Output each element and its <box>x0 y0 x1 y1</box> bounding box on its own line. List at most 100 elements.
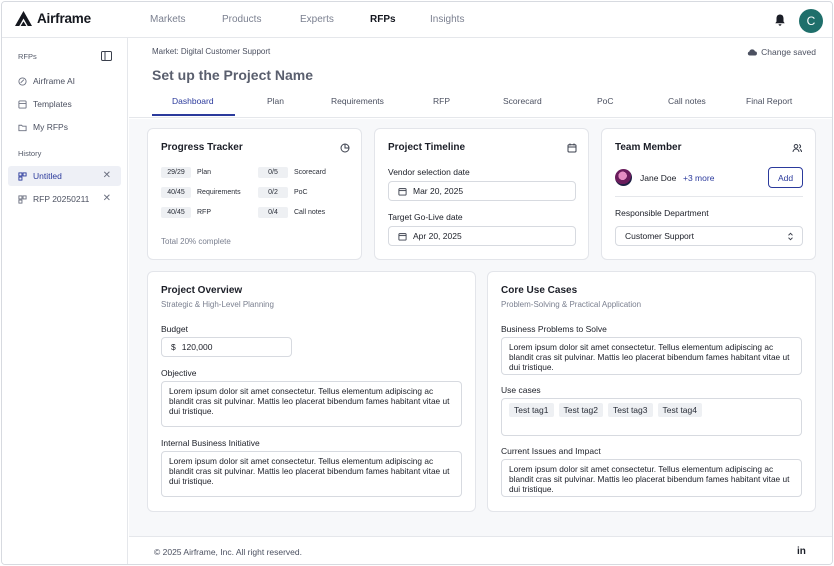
golive-date-value: Apr 20, 2025 <box>413 231 462 241</box>
tab-scorecard[interactable]: Scorecard <box>503 96 542 106</box>
use-case-tag[interactable]: Test tag3 <box>608 403 653 417</box>
save-status: Change saved <box>747 47 816 57</box>
team-member-card: Team Member Jane Doe +3 more Add Respons… <box>601 128 816 260</box>
progress-value: 0/4 <box>258 207 288 218</box>
problems-textarea[interactable]: Lorem ipsum dolor sit amet consectetur. … <box>501 337 802 375</box>
issues-textarea[interactable]: Lorem ipsum dolor sit amet consectetur. … <box>501 459 802 497</box>
sidebar: RFPs Airframe AI Templates My RFPs Histo… <box>2 38 128 564</box>
use-case-tag[interactable]: Test tag4 <box>657 403 702 417</box>
department-label: Responsible Department <box>615 208 709 218</box>
core-use-cases-card: Core Use Cases Problem-Solving & Practic… <box>487 271 816 512</box>
member-avatar <box>615 169 632 186</box>
progress-label: RFP <box>197 209 211 216</box>
progress-tracker-card: Progress Tracker 29/29 Plan 40/45 Requir… <box>147 128 362 260</box>
history-item-rfp-20250211[interactable]: RFP 20250211 ✕ <box>8 189 121 209</box>
project-timeline-card: Project Timeline Vendor selection date M… <box>374 128 589 260</box>
chevron-up-down-icon <box>788 232 793 240</box>
sidebar-item-label: Templates <box>33 99 72 109</box>
progress-total: Total 20% complete <box>161 237 231 246</box>
footer: © 2025 Airframe, Inc. All right reserved… <box>129 536 832 564</box>
calendar-icon <box>398 187 407 196</box>
tab-requirements[interactable]: Requirements <box>331 96 384 106</box>
progress-value: 0/5 <box>258 167 288 178</box>
budget-value: 120,000 <box>181 342 213 352</box>
tab-final-report[interactable]: Final Report <box>746 96 792 106</box>
initiative-textarea[interactable]: Lorem ipsum dolor sit amet consectetur. … <box>161 451 462 497</box>
cloud-icon <box>748 49 758 56</box>
document-icon <box>18 171 27 181</box>
calendar-icon <box>398 232 407 241</box>
department-select[interactable]: Customer Support <box>615 226 803 246</box>
vendor-date-field[interactable]: Mar 20, 2025 <box>388 181 576 201</box>
nav-insights[interactable]: Insights <box>430 14 464 25</box>
budget-input[interactable]: $ 120,000 <box>161 337 292 357</box>
tab-dashboard[interactable]: Dashboard <box>172 96 214 106</box>
history-header: History <box>18 149 42 158</box>
nav-products[interactable]: Products <box>222 14 261 25</box>
project-timeline-title: Project Timeline <box>388 142 466 153</box>
bell-icon[interactable] <box>773 13 787 27</box>
objective-label: Objective <box>161 368 197 378</box>
project-overview-card: Project Overview Strategic & High-Level … <box>147 271 476 512</box>
airframe-logo-icon <box>15 10 32 27</box>
history-item-label: Untitled <box>33 171 62 181</box>
sparkle-icon <box>18 76 27 86</box>
progress-value: 29/29 <box>161 167 191 178</box>
more-members-link[interactable]: +3 more <box>683 173 714 183</box>
top-bar: Airframe Markets Products Experts RFPs I… <box>2 2 832 38</box>
close-icon[interactable]: ✕ <box>103 193 111 204</box>
nav-markets[interactable]: Markets <box>150 14 186 25</box>
breadcrumb[interactable]: Market: Digital Customer Support <box>152 47 270 56</box>
save-status-text: Change saved <box>761 47 816 57</box>
page-title[interactable]: Set up the Project Name <box>152 67 313 83</box>
use-case-tag[interactable]: Test tag2 <box>558 403 603 417</box>
objective-textarea[interactable]: Lorem ipsum dolor sit amet consectetur. … <box>161 381 462 427</box>
department-value: Customer Support <box>625 231 694 241</box>
progress-value: 40/45 <box>161 207 191 218</box>
folder-icon <box>18 124 27 131</box>
copyright: © 2025 Airframe, Inc. All right reserved… <box>154 547 302 557</box>
app-window: Airframe Markets Products Experts RFPs I… <box>1 1 833 565</box>
tab-rfp[interactable]: RFP <box>433 96 450 106</box>
progress-label: Call notes <box>294 209 326 216</box>
history-item-untitled[interactable]: Untitled ✕ <box>8 166 121 186</box>
add-member-button[interactable]: Add <box>768 167 803 188</box>
progress-label: Requirements <box>197 189 241 196</box>
app-name: Airframe <box>37 11 91 26</box>
sidebar-toggle-icon[interactable] <box>101 51 112 61</box>
use-cases-tag-field[interactable]: Test tag1 Test tag2 Test tag3 Test tag4 <box>501 398 802 436</box>
tab-poc[interactable]: PoC <box>597 96 614 106</box>
nav-rfps[interactable]: RFPs <box>370 14 396 25</box>
golive-date-field[interactable]: Apr 20, 2025 <box>388 226 576 246</box>
document-icon <box>18 194 27 204</box>
user-avatar[interactable]: C <box>799 9 823 33</box>
core-use-cases-title: Core Use Cases <box>501 285 578 296</box>
close-icon[interactable]: ✕ <box>103 170 111 181</box>
dashboard-content: Progress Tracker 29/29 Plan 40/45 Requir… <box>129 119 832 536</box>
users-icon[interactable] <box>792 143 802 153</box>
currency-symbol: $ <box>171 342 176 352</box>
history-item-label: RFP 20250211 <box>33 194 90 204</box>
progress-value: 40/45 <box>161 187 191 198</box>
linkedin-icon[interactable]: in <box>797 546 806 557</box>
use-case-tag[interactable]: Test tag1 <box>509 403 554 417</box>
sidebar-item-airframe-ai[interactable]: Airframe AI <box>8 71 121 91</box>
template-icon <box>18 99 27 109</box>
sidebar-item-templates[interactable]: Templates <box>8 94 121 114</box>
sidebar-item-label: My RFPs <box>33 122 68 132</box>
golive-date-label: Target Go-Live date <box>388 212 463 222</box>
divider <box>615 196 803 197</box>
tab-call-notes[interactable]: Call notes <box>668 96 706 106</box>
nav-experts[interactable]: Experts <box>300 14 334 25</box>
pie-chart-icon[interactable] <box>340 143 350 153</box>
progress-label: Plan <box>197 169 212 176</box>
vendor-date-value: Mar 20, 2025 <box>413 186 464 196</box>
tab-plan[interactable]: Plan <box>267 96 284 106</box>
sidebar-header: RFPs <box>18 52 37 61</box>
progress-label: Scorecard <box>294 169 326 176</box>
calendar-icon[interactable] <box>567 143 577 153</box>
sidebar-item-my-rfps[interactable]: My RFPs <box>8 117 121 137</box>
page-header: Market: Digital Customer Support Change … <box>129 39 832 118</box>
logo[interactable]: Airframe <box>14 10 91 27</box>
progress-tracker-title: Progress Tracker <box>161 142 243 153</box>
